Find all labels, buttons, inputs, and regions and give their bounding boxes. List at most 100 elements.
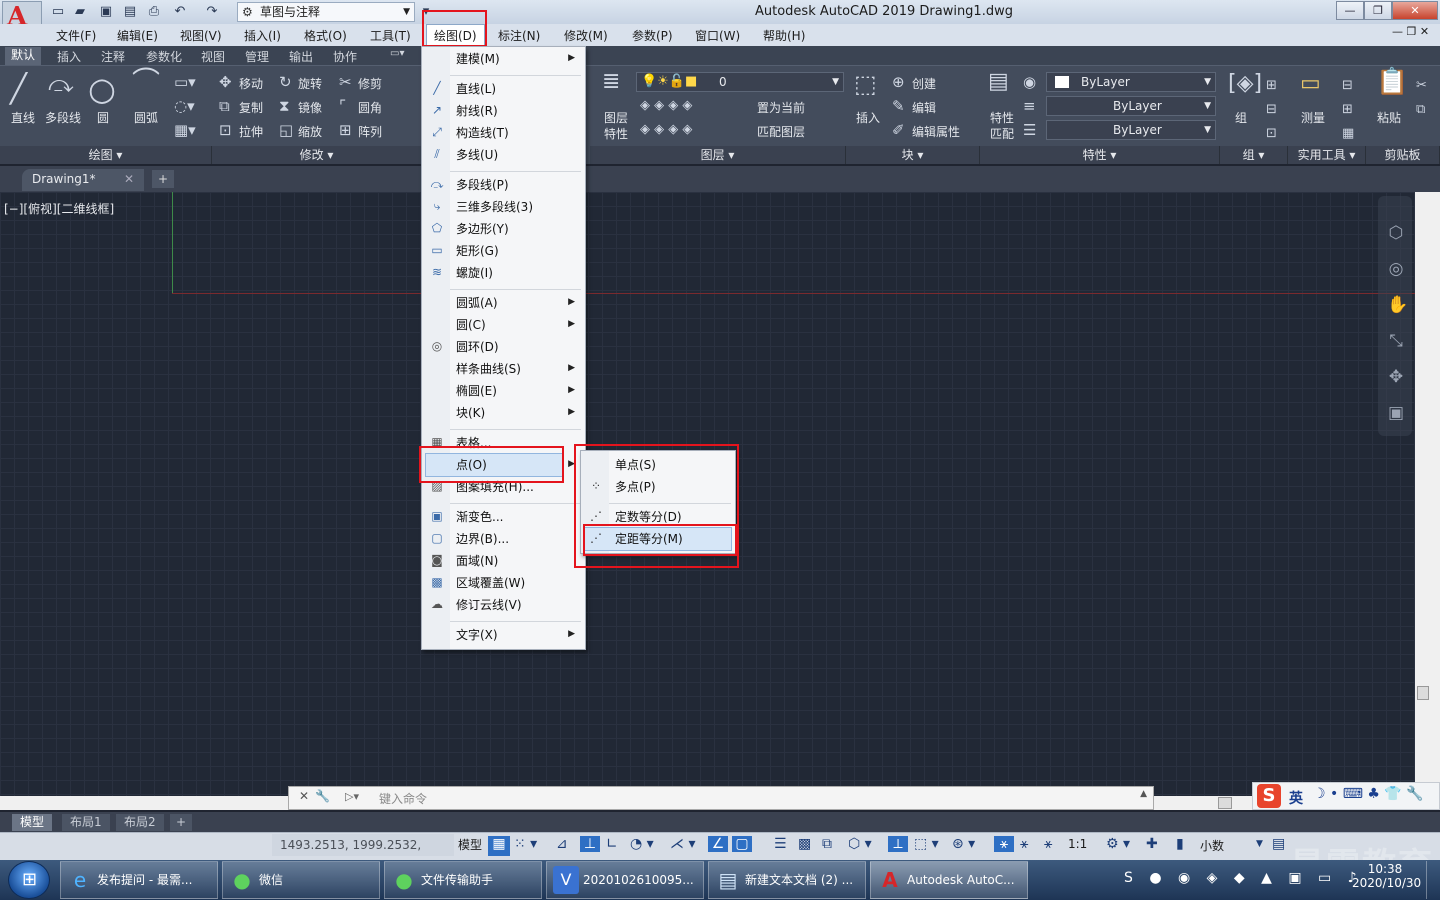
- menu-item-spline[interactable]: 样条曲线(S): [456, 359, 521, 379]
- group-label[interactable]: 组: [1235, 109, 1247, 126]
- utility-tools-icon[interactable]: ⊟ ⊞ ▦: [1342, 74, 1354, 146]
- tab-parametric[interactable]: 参数化: [146, 48, 182, 65]
- copy-label[interactable]: 复制: [239, 99, 263, 116]
- measure-label[interactable]: 测量: [1301, 109, 1325, 126]
- sogou-icon[interactable]: S: [1257, 784, 1281, 808]
- menu-parametric[interactable]: 参数(P): [632, 27, 673, 44]
- viewport-controls[interactable]: [−][俯视][二维线框]: [4, 200, 114, 217]
- menu-item-arc[interactable]: 圆弧(A): [456, 293, 498, 313]
- menu-item-rectangle[interactable]: 矩形(G): [456, 241, 499, 261]
- scale-icon[interactable]: ◱: [279, 122, 293, 138]
- edit-attribute-icon[interactable]: ✐: [892, 122, 905, 138]
- menu-item-boundary[interactable]: 边界(B)...: [456, 529, 509, 549]
- object-snap-icon[interactable]: ▢: [732, 836, 752, 852]
- snap-toggle-icon[interactable]: ⁙ ▾: [514, 836, 537, 852]
- command-line[interactable]: ✕ 🔧 ▷▾ 键入命令 ▲: [288, 786, 1154, 810]
- tab-default[interactable]: 默认: [5, 47, 42, 65]
- add-layout-button[interactable]: +: [170, 814, 193, 831]
- modify-panel-title[interactable]: 修改 ▾: [212, 146, 422, 164]
- horizontal-scroll-thumb[interactable]: [1218, 797, 1232, 809]
- mdi-window-controls[interactable]: — ❐ ✕: [1392, 25, 1429, 38]
- command-prompt-icon[interactable]: ▷▾: [345, 790, 359, 803]
- menu-item-donut[interactable]: 圆环(D): [456, 337, 499, 357]
- selection-filter-icon[interactable]: ⬚ ▾: [914, 836, 939, 852]
- chevron-up-icon[interactable]: ▲: [1140, 789, 1147, 799]
- edit-attribute-label[interactable]: 编辑属性: [912, 123, 960, 140]
- menu-item-polyline[interactable]: 多段线(P): [456, 175, 509, 195]
- taskbar-item-wechat[interactable]: ● 微信: [222, 861, 380, 899]
- menu-format[interactable]: 格式(O): [304, 27, 347, 44]
- color-dropdown[interactable]: ByLayer ▼: [1046, 72, 1216, 92]
- line-tool-label[interactable]: 直线: [11, 109, 35, 126]
- taskbar-item-autocad[interactable]: A Autodesk AutoC...: [870, 861, 1028, 899]
- rotate-icon[interactable]: ↻: [279, 74, 292, 90]
- block-panel-title[interactable]: 块 ▾: [846, 146, 980, 164]
- tab-output[interactable]: 输出: [289, 48, 313, 65]
- menu-item-xline[interactable]: 构造线(T): [456, 123, 509, 143]
- ribbon-options-icon[interactable]: ▭▾: [390, 48, 404, 59]
- taskbar-item-browser[interactable]: e 发布提问 - 最需...: [60, 861, 218, 899]
- ortho-icon[interactable]: ∟: [606, 836, 618, 852]
- linetype-dropdown[interactable]: ByLayer ▼: [1046, 96, 1216, 116]
- print-icon[interactable]: ⎙: [144, 3, 164, 21]
- tab-insert[interactable]: 插入: [57, 48, 81, 65]
- vertical-scroll-thumb[interactable]: [1417, 686, 1429, 700]
- system-tray-icons[interactable]: S ● ◉ ◈ ◆ ▲ ▣ ▭ ♪: [1124, 870, 1363, 886]
- rotate-label[interactable]: 旋转: [298, 75, 322, 92]
- annotation-visibility-icon[interactable]: ⚹: [994, 836, 1014, 852]
- isodraft-icon[interactable]: ⋌ ▾: [670, 836, 695, 852]
- line-tool-icon[interactable]: ╱: [10, 74, 27, 104]
- close-icon[interactable]: ✕: [124, 169, 134, 190]
- units-icon[interactable]: ▮: [1176, 836, 1184, 852]
- mirror-label[interactable]: 镜像: [298, 99, 322, 116]
- fillet-label[interactable]: 圆角: [358, 99, 382, 116]
- menu-window[interactable]: 窗口(W): [695, 27, 740, 44]
- menu-item-circle[interactable]: 圆(C): [456, 315, 486, 335]
- copy-icon[interactable]: ⧉: [219, 98, 230, 114]
- properties-panel-title[interactable]: 特性 ▾: [980, 146, 1220, 164]
- menu-help[interactable]: 帮助(H): [763, 27, 805, 44]
- lineweight-toggle-icon[interactable]: ☰: [774, 836, 787, 852]
- fillet-icon[interactable]: ⌜: [339, 98, 346, 114]
- vertical-scrollbar[interactable]: [1415, 192, 1440, 796]
- tab-view[interactable]: 视图: [201, 48, 225, 65]
- move-icon[interactable]: ✥: [219, 74, 232, 90]
- maximize-button[interactable]: ❐: [1364, 1, 1392, 20]
- create-block-label[interactable]: 创建: [912, 75, 936, 92]
- 3d-osnap-icon[interactable]: ⬡ ▾: [848, 836, 872, 852]
- auto-scale-icon[interactable]: ⚹: [1020, 836, 1028, 852]
- draw-panel-title[interactable]: 绘图 ▾: [0, 146, 212, 164]
- lineweight-dropdown[interactable]: ByLayer ▼: [1046, 120, 1216, 140]
- model-space-toggle[interactable]: 模型: [458, 836, 482, 853]
- menu-item-text[interactable]: 文字(X): [456, 625, 498, 645]
- measure-icon[interactable]: ▭: [1300, 73, 1321, 95]
- edit-block-icon[interactable]: ✎: [892, 98, 905, 114]
- save-as-icon[interactable]: ▤: [120, 3, 140, 21]
- workspace-gear-icon[interactable]: ⚙ ▾: [1106, 836, 1130, 852]
- layer-properties-label-1[interactable]: 图层: [604, 109, 628, 126]
- dynamic-input-icon[interactable]: ⊥: [580, 836, 600, 852]
- polyline-tool-icon[interactable]: ⤼: [48, 72, 74, 96]
- arc-tool-label[interactable]: 圆弧: [134, 109, 158, 126]
- array-icon[interactable]: ⊞: [339, 122, 352, 138]
- tab-layout1[interactable]: 布局1: [62, 814, 110, 831]
- scale-label[interactable]: 缩放: [298, 123, 322, 140]
- menu-item-block[interactable]: 块(K): [456, 403, 485, 423]
- menu-item-wipeout[interactable]: 区域覆盖(W): [456, 573, 525, 593]
- match-layer[interactable]: 匹配图层: [757, 123, 805, 140]
- new-file-icon[interactable]: ▭: [48, 3, 68, 21]
- layer-tools-row1-icon[interactable]: ◈ ◈ ◈ ◈: [640, 98, 692, 114]
- layers-panel-title[interactable]: 图层 ▾: [590, 146, 846, 164]
- polyline-tool-label[interactable]: 多段线: [45, 109, 81, 126]
- menu-modify[interactable]: 修改(M): [564, 27, 608, 44]
- utilities-panel-title[interactable]: 实用工具 ▾: [1288, 146, 1366, 164]
- clock[interactable]: 10:38 2020/10/30: [1352, 862, 1421, 890]
- paste-label[interactable]: 粘贴: [1377, 109, 1401, 126]
- polar-tracking-icon[interactable]: ◔ ▾: [630, 836, 654, 852]
- arc-tool-icon[interactable]: ⌒: [132, 68, 160, 96]
- menu-item-ray[interactable]: 射线(R): [456, 101, 498, 121]
- menu-item-ellipse[interactable]: 椭圆(E): [456, 381, 497, 401]
- command-input[interactable]: 键入命令: [379, 790, 427, 807]
- stretch-label[interactable]: 拉伸: [239, 123, 263, 140]
- ime-language[interactable]: 英: [1289, 788, 1303, 808]
